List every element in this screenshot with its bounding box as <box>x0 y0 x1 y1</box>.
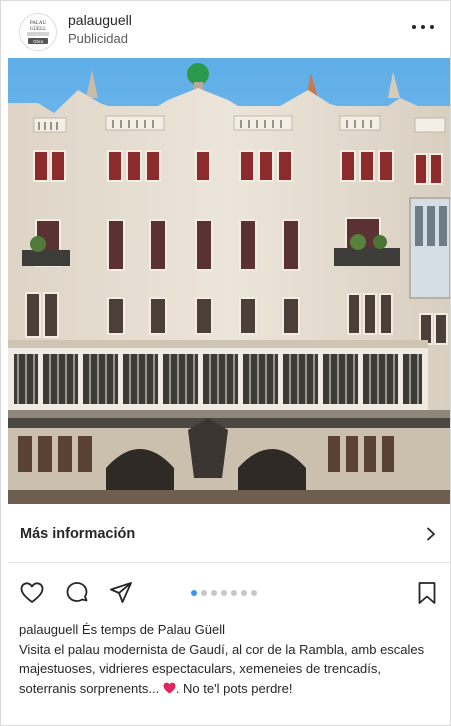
carousel-dot <box>211 590 217 596</box>
carousel-dot <box>191 590 197 596</box>
heart-eyes-emoji <box>163 682 176 694</box>
svg-text:GÜELL: GÜELL <box>30 26 46 32</box>
more-info-bar[interactable]: Más información <box>8 505 450 563</box>
username[interactable]: palauguell <box>68 12 132 29</box>
carousel-indicator <box>191 590 257 596</box>
instagram-post: PALAU GÜELL Obra palauguell Publicidad M… <box>0 0 451 726</box>
more-info-label: Más información <box>20 525 136 542</box>
bookmark-icon[interactable] <box>414 580 440 606</box>
caption-ending: . No te'l pots perdre! <box>175 680 293 696</box>
caption-username[interactable]: palauguell <box>19 622 78 637</box>
caption-headline: És temps de Palau Güell <box>81 622 225 637</box>
post-header: PALAU GÜELL Obra palauguell Publicidad <box>1 1 450 57</box>
heart-icon[interactable] <box>19 580 45 606</box>
comment-icon[interactable] <box>64 580 90 606</box>
avatar[interactable]: PALAU GÜELL Obra <box>19 13 57 51</box>
post-image[interactable] <box>8 58 450 504</box>
palau-guell-logo: PALAU GÜELL Obra <box>27 21 49 44</box>
carousel-dot <box>241 590 247 596</box>
carousel-dot <box>231 590 237 596</box>
chevron-right-icon <box>427 527 435 540</box>
user-block: palauguell Publicidad <box>68 12 132 47</box>
sponsored-label: Publicidad <box>68 31 128 46</box>
carousel-dot <box>221 590 227 596</box>
palau-facade-image <box>8 58 450 504</box>
send-icon[interactable] <box>108 580 134 606</box>
post-caption: palauguell És temps de Palau Güell Visit… <box>19 620 439 698</box>
ellipsis-icon[interactable] <box>412 23 434 31</box>
carousel-dot <box>201 590 207 596</box>
post-actions <box>1 569 450 617</box>
carousel-dot <box>251 590 257 596</box>
svg-text:Obra: Obra <box>33 39 44 44</box>
svg-text:PALAU: PALAU <box>30 21 47 26</box>
